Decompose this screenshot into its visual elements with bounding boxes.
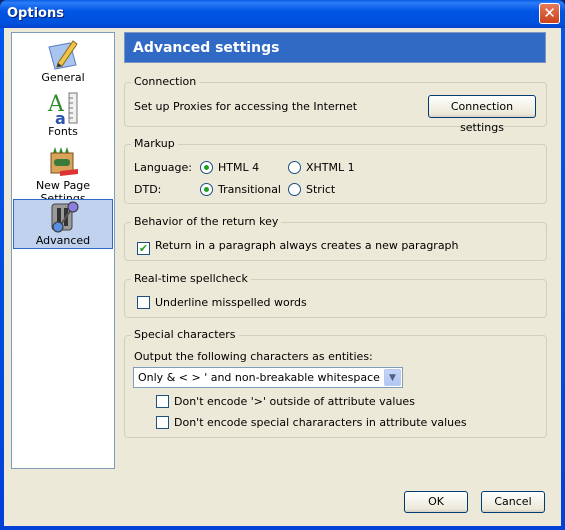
- sidebar-item-advanced[interactable]: Advanced: [13, 199, 113, 249]
- dont-encode-attr-checkbox[interactable]: Don't encode special chararacters in att…: [156, 416, 467, 429]
- connection-description: Set up Proxies for accessing the Interne…: [134, 100, 358, 113]
- sidebar-item-general[interactable]: General: [13, 37, 113, 87]
- entities-select-value: Only & < > ' and non-breakable whitespac…: [138, 371, 380, 384]
- connection-group: Connection Set up Proxies for accessing …: [124, 75, 547, 134]
- window-title: Options: [7, 6, 64, 21]
- page-title: Advanced settings: [124, 32, 546, 63]
- dialog-body: General Aa Fonts New Page Settings Advan…: [4, 28, 561, 526]
- dtd-label: DTD:: [134, 183, 162, 196]
- settings-panel: Advanced settings: [124, 32, 546, 63]
- options-window: Options ✕ General Aa Fonts New Page Sett…: [0, 0, 565, 530]
- language-label: Language:: [134, 161, 192, 174]
- radio-strict[interactable]: Strict: [288, 183, 335, 196]
- entities-select[interactable]: Only & < > ' and non-breakable whitespac…: [133, 367, 403, 388]
- checkbox-box[interactable]: [137, 296, 150, 309]
- return-key-legend: Behavior of the return key: [131, 215, 282, 228]
- chevron-down-icon[interactable]: ▼: [384, 369, 401, 386]
- sidebar-item-label: Advanced: [35, 234, 91, 247]
- underline-misspelled-checkbox[interactable]: Underline misspelled words: [137, 296, 307, 309]
- svg-text:a: a: [55, 109, 66, 125]
- advanced-switch-icon: [51, 201, 79, 233]
- new-paragraph-checkbox[interactable]: ✔ Return in a paragraph always creates a …: [137, 239, 459, 255]
- title-bar[interactable]: Options ✕: [0, 0, 565, 28]
- category-list: General Aa Fonts New Page Settings Advan…: [11, 32, 115, 469]
- cancel-button[interactable]: Cancel: [481, 491, 545, 513]
- radio-button[interactable]: [200, 161, 213, 174]
- radio-button[interactable]: [288, 161, 301, 174]
- markup-legend: Markup: [131, 137, 178, 150]
- sidebar-item-label: Fonts: [48, 125, 78, 138]
- spellcheck-legend: Real-time spellcheck: [131, 272, 251, 285]
- sidebar-item-fonts[interactable]: Aa Fonts: [13, 91, 113, 141]
- dont-encode-gt-checkbox[interactable]: Don't encode '>' outside of attribute va…: [156, 395, 415, 408]
- return-key-group: Behavior of the return key ✔ Return in a …: [124, 215, 547, 261]
- markup-group: Markup Language: HTML 4 XHTML 1 DTD: Tra…: [124, 137, 547, 204]
- connection-settings-button[interactable]: Connection settings: [428, 95, 536, 134]
- radio-xhtml1[interactable]: XHTML 1: [288, 161, 355, 174]
- sidebar-item-label: General: [41, 71, 85, 84]
- radio-button[interactable]: [200, 183, 213, 196]
- checkbox-box[interactable]: [156, 416, 169, 429]
- pencil-paper-icon: [48, 40, 78, 70]
- entities-label: Output the following characters as entit…: [134, 350, 373, 363]
- radio-transitional[interactable]: Transitional: [200, 183, 281, 196]
- radio-button[interactable]: [288, 183, 301, 196]
- close-button[interactable]: ✕: [539, 3, 560, 24]
- radio-html4[interactable]: HTML 4: [200, 161, 259, 174]
- font-ruler-icon: Aa: [47, 92, 78, 125]
- ok-button[interactable]: OK: [404, 491, 468, 513]
- crayon-box-icon: [50, 147, 78, 176]
- close-icon: ✕: [543, 4, 556, 22]
- check-icon[interactable]: ✔: [137, 242, 150, 255]
- checkbox-box[interactable]: [156, 395, 169, 408]
- connection-legend: Connection: [131, 75, 200, 88]
- spellcheck-group: Real-time spellcheck Underline misspelle…: [124, 272, 547, 318]
- special-characters-legend: Special characters: [131, 328, 239, 341]
- sidebar-item-new-page-settings[interactable]: New Page Settings: [13, 145, 113, 205]
